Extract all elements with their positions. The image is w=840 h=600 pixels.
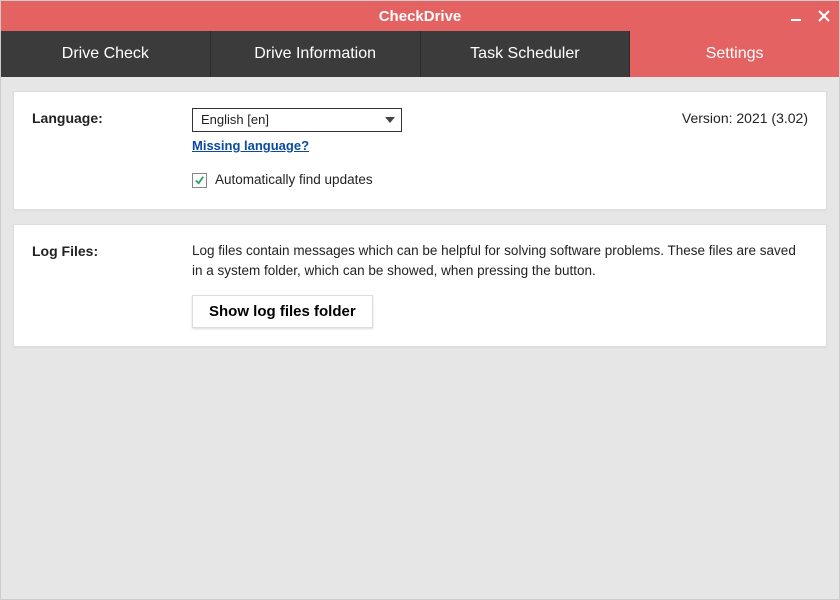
titlebar: CheckDrive (1, 1, 839, 31)
auto-updates-checkbox[interactable] (192, 173, 207, 188)
tab-label: Drive Check (62, 45, 149, 63)
minimize-button[interactable] (789, 9, 803, 23)
logfiles-panel: Log Files: Log files contain messages wh… (13, 224, 827, 348)
logfiles-label: Log Files: (32, 241, 192, 259)
app-title: CheckDrive (379, 8, 462, 25)
tab-label: Drive Information (254, 45, 376, 63)
content-area: Language: English [en] Missing language?… (1, 77, 839, 599)
app-window: CheckDrive Drive Check Drive Information… (0, 0, 840, 600)
language-value: English [en] (201, 110, 269, 130)
auto-updates-label: Automatically find updates (215, 170, 373, 190)
version-text: Version: 2021 (3.02) (648, 108, 808, 126)
window-controls (789, 9, 831, 23)
chevron-down-icon (385, 117, 395, 123)
tabbar: Drive Check Drive Information Task Sched… (1, 31, 839, 77)
logfiles-body: Log files contain messages which can be … (192, 241, 808, 329)
missing-language-link[interactable]: Missing language? (192, 136, 309, 156)
auto-updates-row: Automatically find updates (192, 170, 648, 190)
language-panel: Language: English [en] Missing language?… (13, 91, 827, 210)
tab-label: Task Scheduler (470, 45, 579, 63)
tab-task-scheduler[interactable]: Task Scheduler (421, 31, 631, 77)
language-body: English [en] Missing language? Automatic… (192, 108, 648, 191)
language-select[interactable]: English [en] (192, 108, 402, 132)
tab-label: Settings (706, 45, 764, 63)
tab-settings[interactable]: Settings (630, 31, 839, 77)
language-label: Language: (32, 108, 192, 126)
tab-drive-information[interactable]: Drive Information (211, 31, 421, 77)
logfiles-description: Log files contain messages which can be … (192, 241, 808, 282)
show-log-folder-button[interactable]: Show log files folder (192, 295, 373, 328)
close-button[interactable] (817, 9, 831, 23)
tab-drive-check[interactable]: Drive Check (1, 31, 211, 77)
